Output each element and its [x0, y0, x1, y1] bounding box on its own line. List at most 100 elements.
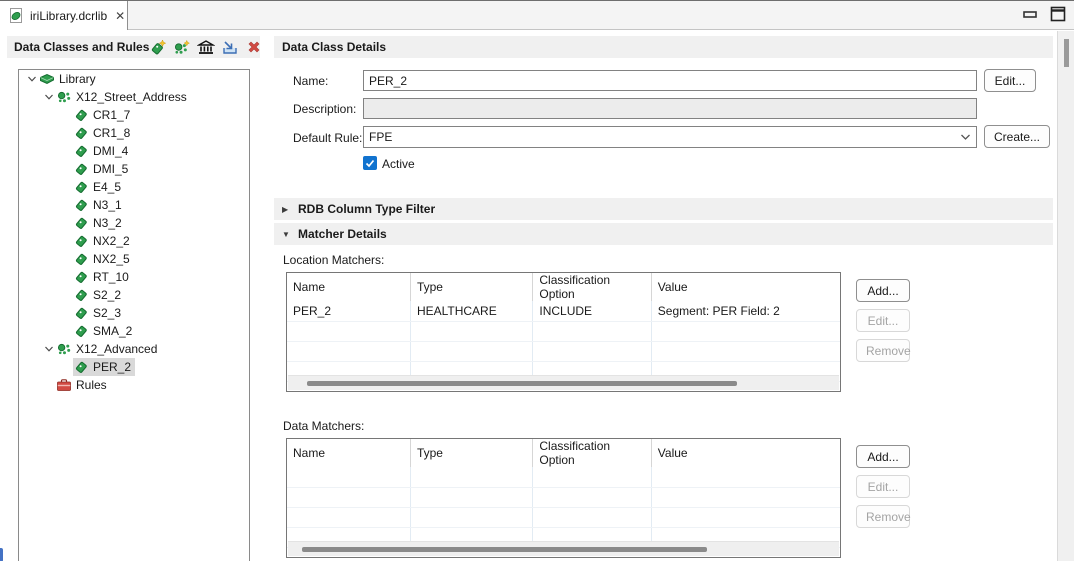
table-row[interactable]	[287, 487, 840, 508]
column-header[interactable]: Classification Option	[532, 273, 652, 301]
tree-item-cr1_7[interactable]: CR1_7	[19, 106, 249, 124]
chevron-down-icon	[960, 130, 971, 144]
data-class-icon	[73, 179, 89, 195]
tree-item-s2_3[interactable]: S2_3	[19, 304, 249, 322]
active-checkbox[interactable]	[363, 156, 377, 170]
tree-item-s2_2[interactable]: S2_2	[19, 286, 249, 304]
default-rule-select[interactable]: FPE	[363, 126, 977, 148]
tree-item-content[interactable]: N3_2	[73, 214, 126, 232]
delete-icon[interactable]	[245, 38, 263, 56]
tree-item-nx2_2[interactable]: NX2_2	[19, 232, 249, 250]
table-cell	[532, 467, 652, 488]
data-matchers-table[interactable]: Name Type Classification Option Value	[286, 438, 841, 558]
close-icon[interactable]: ✕	[115, 10, 125, 22]
tree-item-n3_2[interactable]: N3_2	[19, 214, 249, 232]
tree-item-content[interactable]: SMA_2	[73, 322, 136, 340]
tree-item-library[interactable]: Library	[19, 70, 249, 88]
tree-item-content[interactable]: DMI_4	[73, 142, 132, 160]
tree-item-x12_street_address[interactable]: X12_Street_Address	[19, 88, 249, 106]
scrollbar-thumb[interactable]	[1064, 39, 1069, 67]
tree-item-content[interactable]: E4_5	[73, 178, 125, 196]
tree-item-x12_advanced[interactable]: X12_Advanced	[19, 340, 249, 358]
tree-item-content[interactable]: PER_2	[73, 358, 136, 376]
tree-item-content[interactable]: DMI_5	[73, 160, 132, 178]
tree-expander-icon[interactable]	[25, 72, 39, 86]
rdb-column-type-filter-section[interactable]: ▶ RDB Column Type Filter	[274, 198, 1053, 220]
tree-item-dmi_4[interactable]: DMI_4	[19, 142, 249, 160]
column-header[interactable]: Value	[651, 273, 840, 301]
tree-item-content[interactable]: CR1_8	[73, 124, 134, 142]
column-header[interactable]: Name	[287, 439, 411, 467]
tree-item-nx2_5[interactable]: NX2_5	[19, 250, 249, 268]
scrollbar-thumb[interactable]	[302, 547, 707, 552]
tree-expander-icon[interactable]	[42, 342, 56, 356]
create-rule-button[interactable]: Create...	[984, 125, 1051, 148]
tree-item-content[interactable]: X12_Advanced	[56, 340, 161, 358]
location-matchers-edit-button: Edit...	[856, 309, 910, 332]
bank-import-icon[interactable]	[197, 38, 216, 56]
scrollbar-thumb[interactable]	[307, 381, 737, 386]
tree-item-content[interactable]: Rules	[56, 376, 111, 394]
tree-item-dmi_5[interactable]: DMI_5	[19, 160, 249, 178]
location-matchers-buttons: Add... Edit... Remove	[856, 279, 911, 369]
tree-item-content[interactable]: NX2_2	[73, 232, 134, 250]
location-matchers-table[interactable]: Name Type Classification Option Value PER_2 H…	[286, 272, 841, 392]
table-row[interactable]	[287, 321, 840, 342]
data-class-icon	[73, 323, 89, 339]
tree-item-sma_2[interactable]: SMA_2	[19, 322, 249, 340]
tab-irilibrary-dcrlib[interactable]: iriLibrary.dcrlib ✕	[0, 1, 128, 30]
column-header[interactable]: Value	[651, 439, 840, 467]
table-row[interactable]	[287, 467, 840, 488]
data-class-group-icon	[56, 89, 72, 105]
maximize-icon[interactable]	[1050, 6, 1066, 25]
table-cell	[532, 507, 652, 528]
tree-expander-spacer	[42, 378, 56, 392]
tree-expander-spacer	[59, 216, 73, 230]
tree-item-content[interactable]: CR1_7	[73, 106, 134, 124]
tree-item-content[interactable]: S2_2	[73, 286, 125, 304]
tree-item-content[interactable]: RT_10	[73, 268, 133, 286]
minimized-view-bar[interactable]	[0, 548, 3, 561]
data-class-icon	[73, 143, 89, 159]
location-matchers-add-button[interactable]: Add...	[856, 279, 910, 302]
new-data-class-group-icon[interactable]	[173, 38, 191, 56]
tree-item-rules[interactable]: Rules	[19, 376, 249, 394]
tree-item-content[interactable]: X12_Street_Address	[56, 88, 191, 106]
tree-item-content[interactable]: NX2_5	[73, 250, 134, 268]
data-class-icon	[73, 107, 89, 123]
data-matchers-add-button[interactable]: Add...	[856, 445, 910, 468]
import-icon[interactable]	[221, 38, 239, 56]
matcher-details-section[interactable]: ▼ Matcher Details	[274, 223, 1053, 245]
horizontal-scrollbar[interactable]	[288, 375, 839, 390]
table-row[interactable]: PER_2 HEALTHCARE INCLUDE Segment: PER Field…	[287, 301, 840, 322]
description-input[interactable]	[363, 98, 977, 119]
edit-name-button[interactable]: Edit...	[984, 69, 1036, 92]
tree-item-n3_1[interactable]: N3_1	[19, 196, 249, 214]
tree-expander-spacer	[59, 288, 73, 302]
column-header[interactable]: Type	[410, 273, 534, 301]
tree-item-content[interactable]: Library	[39, 70, 100, 88]
tree-item-per_2[interactable]: PER_2	[19, 358, 249, 376]
default-rule-label: Default Rule:	[293, 131, 363, 145]
table-row[interactable]	[287, 341, 840, 362]
column-header[interactable]: Type	[410, 439, 534, 467]
tree-expander-spacer	[59, 306, 73, 320]
rules-icon	[56, 377, 72, 393]
tree-expander-spacer	[59, 144, 73, 158]
minimize-icon[interactable]	[1022, 8, 1038, 23]
column-header[interactable]: Classification Option	[532, 439, 652, 467]
tree-item-content[interactable]: N3_1	[73, 196, 126, 214]
tree-expander-spacer	[59, 360, 73, 374]
tree-expander-icon[interactable]	[42, 90, 56, 104]
horizontal-scrollbar[interactable]	[288, 541, 839, 556]
table-row[interactable]	[287, 507, 840, 528]
vertical-scrollbar[interactable]	[1057, 31, 1074, 561]
new-data-class-icon[interactable]	[149, 38, 167, 56]
table-cell: PER_2	[287, 301, 411, 322]
column-header[interactable]: Name	[287, 273, 411, 301]
tree-item-e4_5[interactable]: E4_5	[19, 178, 249, 196]
tree-item-content[interactable]: S2_3	[73, 304, 125, 322]
tree-item-rt_10[interactable]: RT_10	[19, 268, 249, 286]
name-input[interactable]	[363, 70, 977, 91]
tree-item-cr1_8[interactable]: CR1_8	[19, 124, 249, 142]
